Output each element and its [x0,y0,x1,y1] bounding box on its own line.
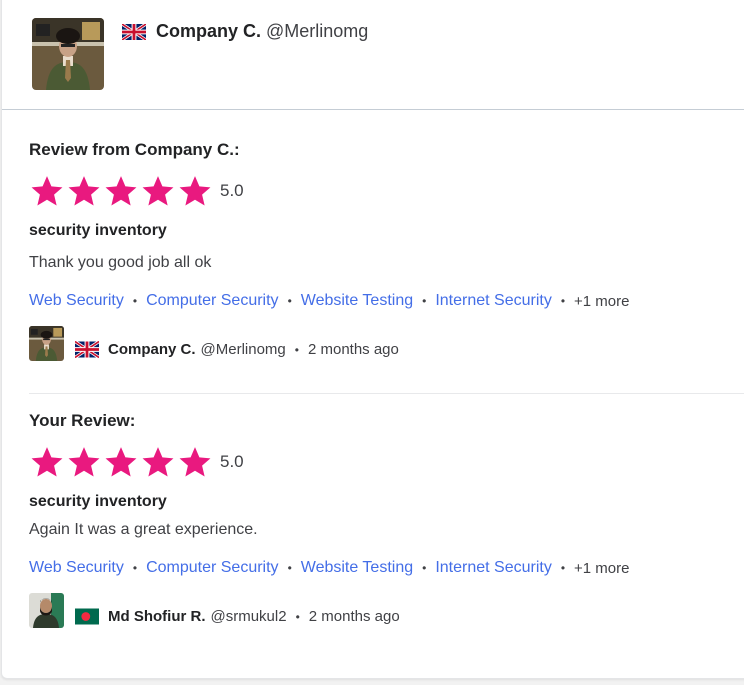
more-tags-button[interactable]: +1 more [574,560,629,577]
review-time: 2 months ago [308,608,400,625]
user-name[interactable]: Company C. [156,21,261,42]
separator: • [287,294,292,308]
star-rating: 5.0 [29,445,729,479]
tag-link[interactable]: Web Security [29,292,124,310]
avatar[interactable] [29,593,64,628]
separator: • [295,609,300,624]
separator: • [294,342,299,357]
review-subject: security inventory [29,222,167,239]
author-name[interactable]: Company C. [108,341,196,358]
header-user: Company C. @Merlinomg [122,21,368,42]
rating-value: 5.0 [220,452,244,471]
review-from-seller: Review from Company C.: 5.0 security inv… [29,140,729,367]
author-name[interactable]: Md Shofiur R. [108,608,206,625]
star-icon [29,174,65,208]
united-kingdom-flag-icon [75,341,99,358]
user-handle: @Merlinomg [266,21,369,41]
star-icon [177,445,213,479]
star-icon [140,174,176,208]
review-title: Review from Company C.: [29,140,240,159]
divider [29,393,744,394]
review-author: Company C. @Merlinomg • 2 months ago [29,332,729,367]
tag-link[interactable]: Website Testing [301,292,413,310]
separator: • [560,294,566,308]
united-kingdom-flag-icon [122,24,146,40]
rating-value: 5.0 [220,181,244,200]
star-icon [177,174,213,208]
author-handle: @srmukul2 [210,608,287,625]
review-title: Your Review: [29,411,136,430]
separator: • [287,561,292,575]
avatar[interactable] [32,18,104,90]
separator: • [560,561,566,575]
separator: • [422,294,427,308]
tag-link[interactable]: Computer Security [146,292,279,310]
star-icon [103,445,139,479]
tag-link[interactable]: Internet Security [435,559,552,577]
author-handle: @Merlinomg [200,341,286,358]
review-subject: security inventory [29,493,167,510]
separator: • [422,561,427,575]
bangladesh-flag-icon [75,608,99,625]
review-text: Thank you good job all ok [29,254,212,271]
separator: • [132,561,138,575]
review-text: Again It was a great experience. [29,521,258,538]
star-icon [66,174,102,208]
avatar[interactable] [29,326,64,361]
tag-link[interactable]: Web Security [29,559,124,577]
tag-link[interactable]: Internet Security [435,292,552,310]
tag-list: Web Security • Computer Security • Websi… [29,559,729,577]
tag-link[interactable]: Computer Security [146,559,279,577]
card-header: Company C. @Merlinomg [2,0,744,110]
review-author: Md Shofiur R. @srmukul2 • 2 months ago [29,599,729,634]
your-review: Your Review: 5.0 security inventory Agai… [29,411,729,634]
tag-link[interactable]: Website Testing [301,559,413,577]
more-tags-button[interactable]: +1 more [574,293,629,310]
star-icon [140,445,176,479]
separator: • [132,294,138,308]
star-icon [66,445,102,479]
star-icon [103,174,139,208]
star-icon [29,445,65,479]
star-rating: 5.0 [29,174,729,208]
tag-list: Web Security • Computer Security • Websi… [29,292,729,310]
review-time: 2 months ago [307,341,399,358]
